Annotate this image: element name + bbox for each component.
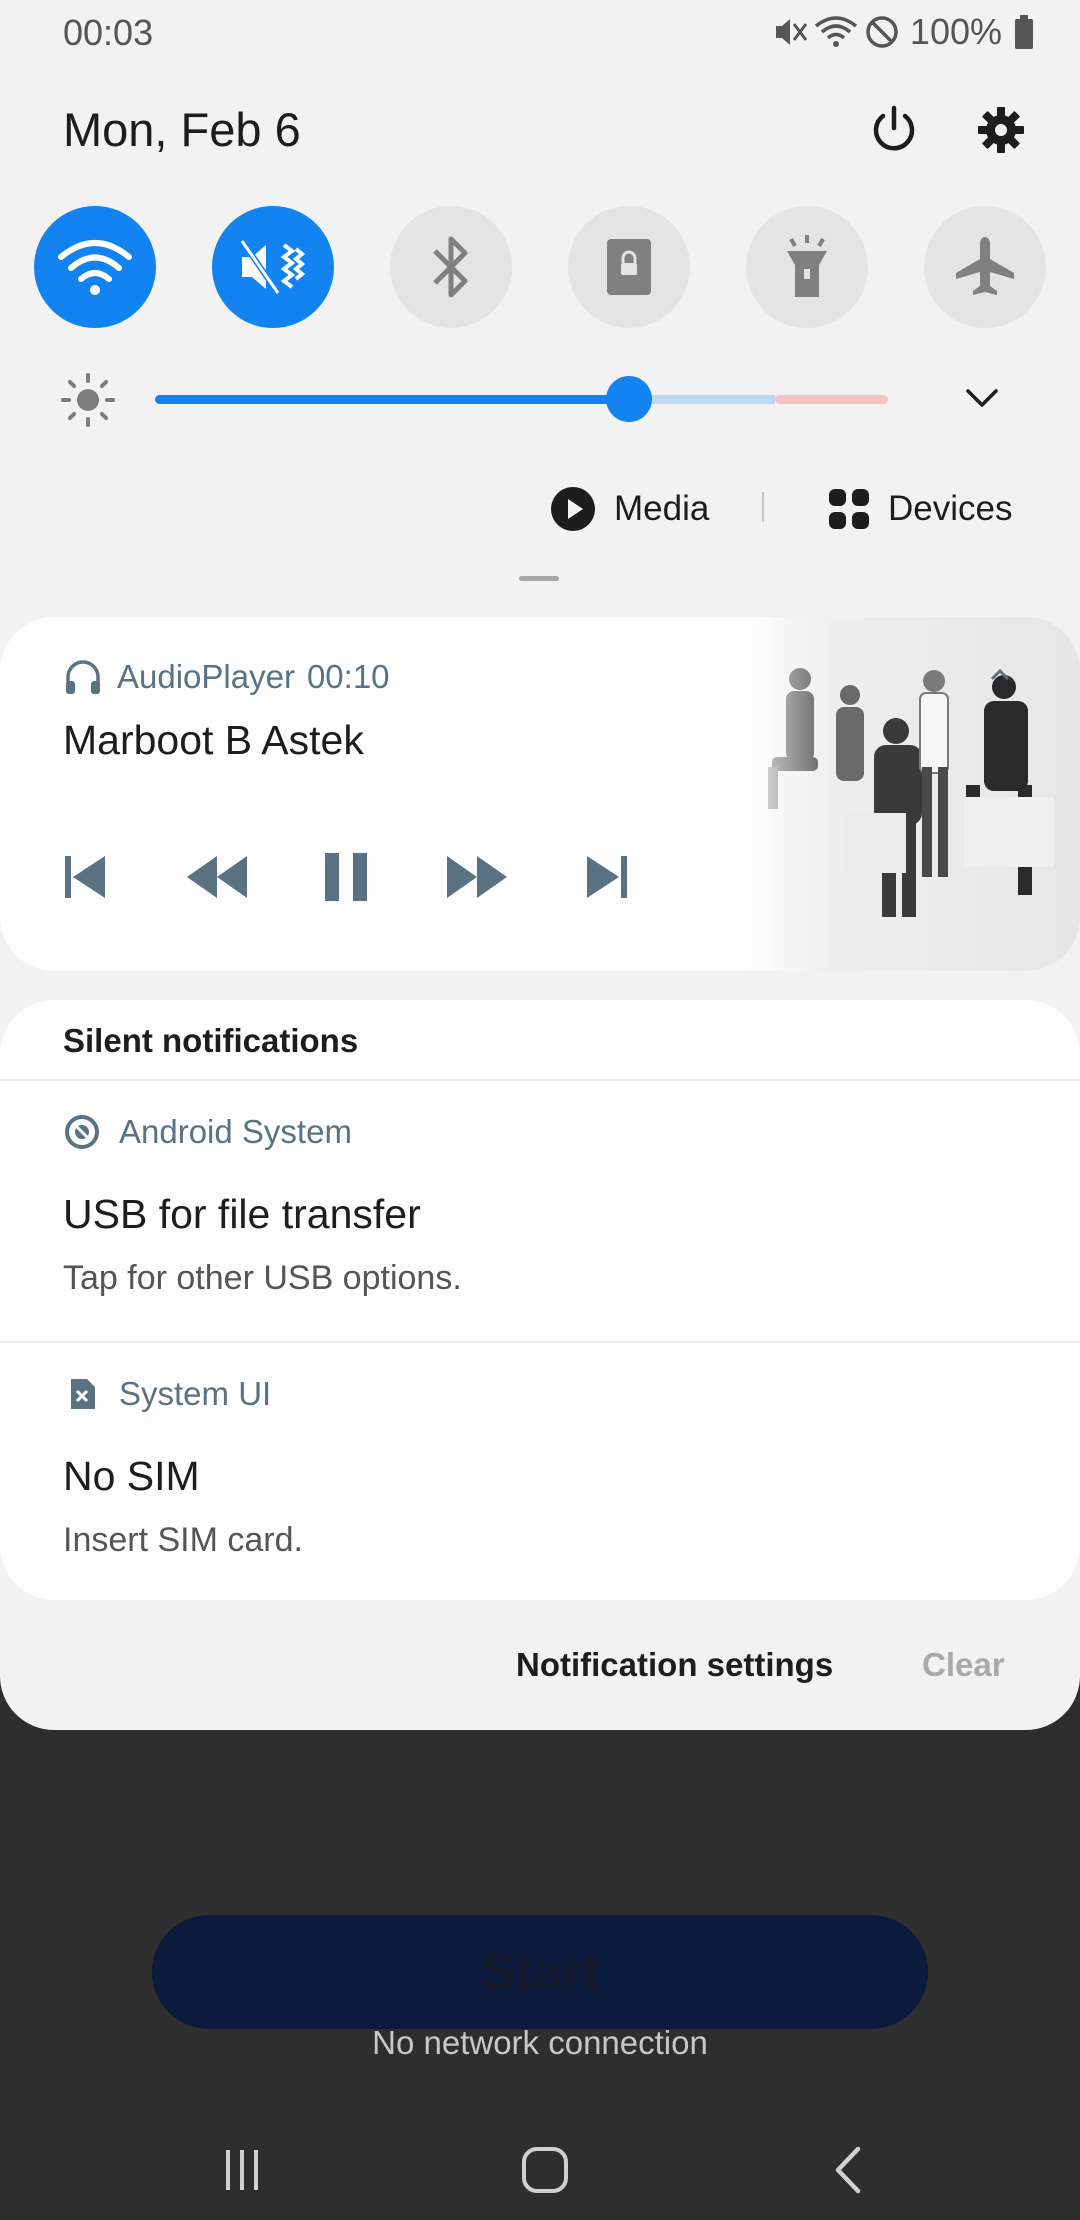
brightness-track-fill [155,395,630,404]
fast-forward-icon [447,856,507,898]
play-circle-icon [551,487,595,531]
vibrate-off-icon [775,19,808,45]
gear-icon [978,107,1024,153]
do-not-disturb-icon [866,16,898,48]
home-button[interactable] [505,2130,585,2210]
fast-forward-button[interactable] [432,837,522,917]
brightness-track-high [775,395,888,404]
status-bar: 00:03 100% [0,0,1080,64]
back-icon [835,2146,861,2194]
wifi-icon [58,240,132,295]
qs-rotation-lock-toggle[interactable] [568,206,690,328]
devices-button[interactable]: Devices [828,478,1012,540]
media-controls [40,837,680,917]
devices-icon [829,489,869,529]
pause-button[interactable] [301,837,391,917]
qs-flashlight-toggle[interactable] [746,206,868,328]
clear-button[interactable]: Clear [922,1646,1005,1690]
lock-icon [607,239,651,295]
navigation-bar [0,2110,1080,2210]
panel-handle[interactable] [519,576,559,581]
media-player-card[interactable]: AudioPlayer 00:10 Marboot B Astek [0,617,1080,971]
skip-previous-icon [65,856,105,898]
silent-notifications-card: Silent notifications Android System USB … [0,1000,1080,1600]
media-app-name: AudioPlayer [117,658,295,695]
battery-icon [1015,15,1033,49]
sim-card-icon [71,1379,95,1409]
bluetooth-icon [433,236,468,298]
track-title: Marboot B Astek [63,717,364,763]
notification-settings-button[interactable]: Notification settings [516,1646,833,1690]
status-time: 00:03 [63,12,154,53]
silent-notifications-heading: Silent notifications [63,1022,359,1059]
home-icon [522,2147,568,2193]
airplane-icon [956,237,1014,295]
band-photo-image [728,617,1080,971]
media-button[interactable]: Media [550,478,709,540]
rewind-button[interactable] [172,837,262,917]
flashlight-icon [787,235,827,297]
pause-icon [325,853,367,901]
media-app-line: AudioPlayer 00:10 [63,657,390,697]
qs-wifi-toggle[interactable] [34,206,156,328]
notification-title: No SIM [63,1453,200,1499]
divider [762,492,764,522]
recents-button[interactable] [202,2130,282,2210]
media-elapsed-time: 00:10 [306,658,390,695]
android-system-icon [65,1115,99,1149]
start-button[interactable]: Start [152,1915,928,2029]
notification-title: USB for file transfer [63,1191,421,1237]
skip-previous-button[interactable] [40,837,130,917]
notification-item[interactable]: Android System USB for file transfer Tap… [0,1081,1080,1341]
power-icon [873,105,915,151]
notification-source-name: System UI [119,1375,272,1412]
settings-button[interactable] [969,98,1033,162]
network-status-text: No network connection [372,2024,708,2061]
skip-next-icon [587,856,627,898]
wifi-icon [814,16,858,47]
mute-icon [239,239,306,295]
album-art [728,617,1080,971]
rewind-icon [187,856,247,898]
date-label: Mon, Feb 6 [63,103,301,156]
notification-source: Android System [63,1113,352,1151]
skip-next-button[interactable] [562,837,652,917]
status-icons: 100% [772,10,1034,54]
headphones-icon [66,660,100,694]
back-button[interactable] [808,2130,888,2210]
qs-bluetooth-toggle[interactable] [390,206,512,328]
qs-sound-toggle[interactable] [212,206,334,328]
brightness-icon [61,373,115,427]
media-label: Media [614,489,710,528]
qs-airplane-toggle[interactable] [924,206,1046,328]
recents-icon [226,2150,258,2190]
quick-settings [0,206,1080,330]
screen: Start No network connection 00:03 100% M… [0,0,1080,2220]
devices-label: Devices [888,489,1013,528]
notification-panel: 00:03 100% Mon, Feb 6 Media Devices Audi… [0,0,1080,1730]
power-button[interactable] [862,98,926,162]
notification-source: System UI [63,1375,271,1413]
brightness-control [0,362,1080,434]
notification-source-name: Android System [119,1113,352,1150]
notification-text: Tap for other USB options. [63,1259,462,1297]
notification-text: Insert SIM card. [63,1521,303,1559]
battery-percent: 100% [909,11,1002,52]
brightness-slider-thumb[interactable] [606,376,652,422]
chevron-down-icon[interactable] [960,376,1004,420]
notification-item[interactable]: System UI No SIM Insert SIM card. [0,1343,1080,1600]
